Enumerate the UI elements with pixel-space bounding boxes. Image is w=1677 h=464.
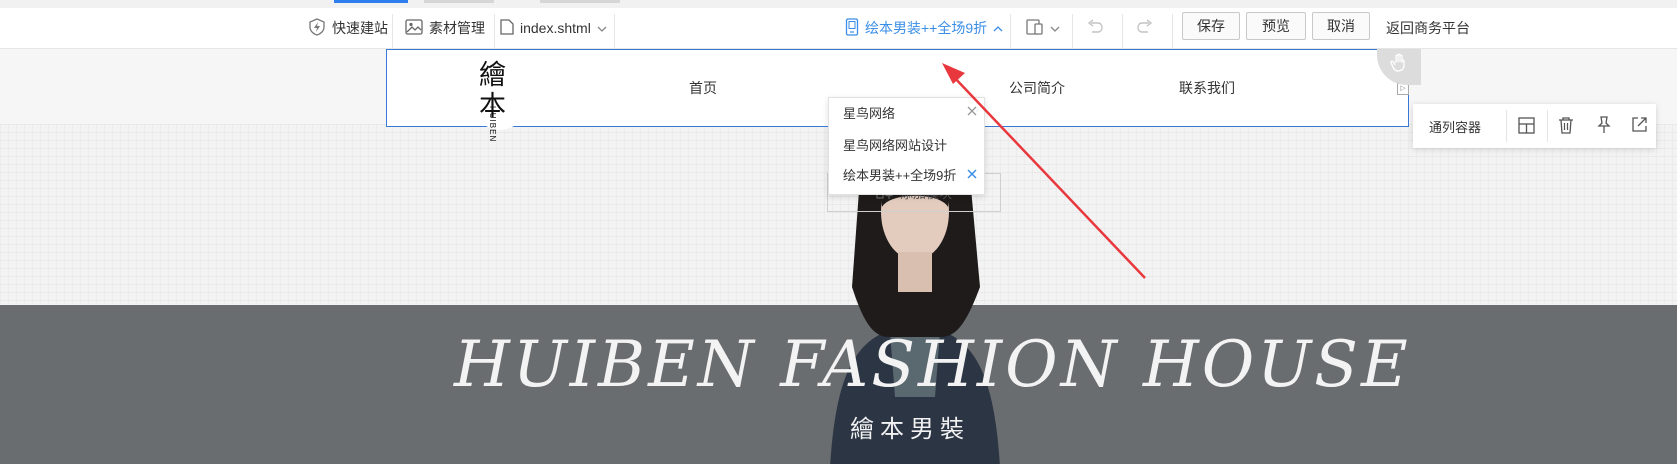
close-icon[interactable]	[966, 168, 978, 180]
tab-2[interactable]	[424, 0, 494, 3]
asset-manage-button[interactable]: 素材管理	[405, 8, 485, 48]
divider	[1172, 14, 1173, 48]
undo-icon	[1086, 18, 1104, 38]
divider	[614, 14, 615, 48]
save-button[interactable]: 保存	[1182, 12, 1240, 40]
layout-icon[interactable]	[1518, 117, 1535, 137]
editor-toolbar: 快速建站 素材管理 index.shtml 绘本男装++全场9折 保存 预览 取…	[0, 8, 1677, 49]
device-switch[interactable]	[1026, 8, 1060, 48]
return-platform-link[interactable]: 返回商务平台	[1386, 8, 1470, 48]
divider	[1506, 110, 1507, 142]
divider	[1547, 110, 1548, 142]
close-icon[interactable]	[966, 105, 978, 117]
page-selector[interactable]: 绘本男装++全场9折	[845, 8, 1003, 48]
file-name: index.shtml	[520, 20, 591, 36]
page-selector-label: 绘本男装++全场9折	[865, 20, 988, 36]
divider	[1072, 14, 1073, 48]
hero-subtitle: 繪本男裝	[850, 416, 970, 443]
image-icon	[405, 18, 423, 38]
preview-button[interactable]: 预览	[1246, 12, 1306, 40]
chevron-down-icon	[1050, 20, 1060, 36]
container-type-label: 通列容器	[1429, 120, 1482, 135]
divider	[494, 14, 495, 48]
page-dropdown-menu: 星鸟网络 星鸟网络网站设计 绘本男装++全场9折	[828, 97, 985, 195]
tab-active[interactable]	[334, 0, 408, 3]
chevron-up-icon	[993, 20, 1003, 36]
dropdown-item[interactable]: 绘本男装++全场9折	[843, 164, 956, 184]
dropdown-item[interactable]: 星鸟网络	[843, 102, 895, 122]
chevron-down-icon	[597, 20, 607, 36]
hero-title: HUIBEN FASHION HOUSE	[454, 328, 1411, 402]
container-toolbar: 通列容器	[1413, 104, 1656, 148]
page-canvas: HUIBEN FASHION HOUSE 繪本男裝 添加模块 繪本 HUIBEN…	[0, 49, 1677, 464]
quick-build-label: 快速建站	[332, 20, 388, 36]
hand-pointer-icon	[1389, 53, 1409, 78]
nav-item-about[interactable]: 公司简介	[1009, 78, 1065, 98]
file-selector[interactable]: index.shtml	[500, 8, 607, 48]
nav-item-contact[interactable]: 联系我们	[1179, 78, 1235, 98]
nav-item-home[interactable]: 首页	[689, 78, 717, 98]
undo-button[interactable]	[1086, 8, 1104, 48]
divider	[1010, 14, 1011, 48]
brand-logo: 繪本 HUIBEN	[473, 56, 527, 142]
trash-icon[interactable]	[1558, 116, 1574, 137]
divider	[1122, 14, 1123, 48]
redo-button[interactable]	[1136, 8, 1154, 48]
logo-en-text: HUIBEN	[488, 106, 497, 143]
divider	[392, 14, 393, 48]
cancel-button[interactable]: 取消	[1312, 12, 1370, 40]
tab-3[interactable]	[540, 0, 620, 3]
quick-build-button[interactable]: 快速建站	[308, 8, 388, 48]
asset-manage-label: 素材管理	[429, 20, 485, 36]
redo-icon	[1136, 18, 1154, 38]
pin-icon[interactable]	[1596, 116, 1612, 137]
dropdown-item[interactable]: 星鸟网络网站设计	[843, 134, 947, 154]
mobile-page-icon	[845, 17, 859, 39]
shield-bolt-icon	[308, 17, 326, 39]
file-icon	[500, 18, 514, 38]
external-link-icon[interactable]	[1631, 116, 1648, 136]
device-icon	[1026, 18, 1044, 39]
